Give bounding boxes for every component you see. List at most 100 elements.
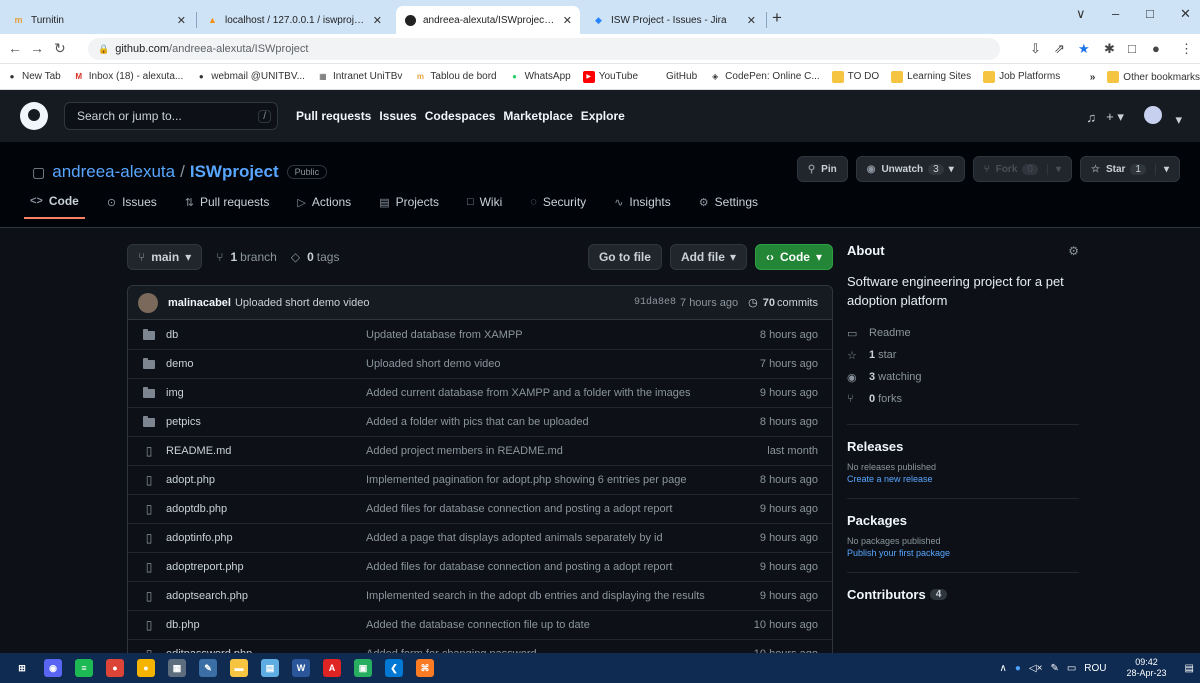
file-name-link[interactable]: adopt.php — [166, 474, 366, 486]
file-commit-message[interactable]: Added a page that displays adopted anima… — [366, 532, 728, 544]
gear-icon[interactable]: ⚙ — [1068, 244, 1079, 258]
bookmark-star-icon[interactable]: ★ — [1078, 41, 1090, 57]
other-bookmarks-folder[interactable]: Other bookmarks — [1107, 71, 1200, 83]
nav-issues[interactable]: Issues — [379, 109, 416, 123]
bookmark-tablou[interactable]: m Tablou de bord — [414, 71, 497, 83]
file-commit-message[interactable]: Added current database from XAMPP and a … — [366, 387, 728, 399]
minimize-button[interactable]: – — [1112, 6, 1119, 21]
bookmark-gmail[interactable]: M Inbox (18) - alexuta... — [73, 71, 183, 83]
forward-icon[interactable]: → — [30, 40, 44, 56]
tab-wiki[interactable]: □ Wiki — [461, 194, 508, 219]
reload-icon[interactable]: ↻ — [54, 40, 66, 57]
chrome-menu-icon[interactable]: ⋮ — [1180, 41, 1193, 57]
file-row[interactable]: ▯ adoptreport.php Added files for database… — [128, 552, 832, 581]
close-icon[interactable]: ✕ — [177, 14, 186, 27]
user-menu[interactable]: ▾ — [1134, 106, 1182, 128]
new-tab-button[interactable]: + — [772, 8, 782, 28]
tab-settings[interactable]: ⚙ Settings — [693, 194, 764, 219]
file-row[interactable]: ▯ README.md Added project members in READM… — [128, 436, 832, 465]
file-commit-message[interactable]: Added project members in README.md — [366, 445, 728, 457]
stars-link[interactable]: ☆ 1 star — [847, 344, 1079, 366]
tab-projects[interactable]: ▤ Projects — [373, 194, 445, 219]
back-icon[interactable]: ← — [8, 40, 22, 56]
browser-tab-phpmyadmin[interactable]: ▲ localhost / 127.0.0.1 / iswproject ✕ — [198, 6, 390, 34]
file-explorer-icon[interactable]: ▬ — [230, 659, 248, 677]
avatar[interactable] — [138, 292, 158, 313]
share-icon[interactable]: ⇗ — [1054, 41, 1065, 57]
repo-name-link[interactable]: ISWproject — [190, 162, 279, 182]
bookmark-github[interactable]: GitHub — [650, 71, 697, 83]
nav-explore[interactable]: Explore — [581, 109, 625, 123]
packages-heading[interactable]: Packages — [847, 513, 1079, 528]
notifications-icon[interactable]: ▤ — [1185, 663, 1194, 674]
bookmark-intranet[interactable]: ▦ Intranet UniTBv — [317, 71, 402, 83]
bookmark-webmail[interactable]: ● webmail @UNITBV... — [195, 71, 305, 83]
notepad-icon[interactable]: ▤ — [261, 659, 279, 677]
file-row[interactable]: ▯ db.php Added the database connection fil… — [128, 610, 832, 639]
bookmark-folder-learning[interactable]: Learning Sites — [891, 70, 971, 83]
file-commit-message[interactable]: Added the database connection file up to… — [366, 619, 728, 631]
releases-heading[interactable]: Releases — [847, 439, 1079, 454]
close-window-button[interactable]: ✕ — [1180, 6, 1191, 22]
create-new-button[interactable]: + ▾ — [1106, 109, 1124, 125]
file-commit-message[interactable]: Added files for database connection and … — [366, 503, 728, 515]
bookmark-new-tab[interactable]: ● New Tab — [6, 71, 61, 83]
file-name-link[interactable]: demo — [166, 358, 366, 370]
bookmark-youtube[interactable]: ▶ YouTube — [582, 70, 638, 83]
language-indicator[interactable]: ROU — [1084, 663, 1106, 674]
bookmarks-more-button[interactable]: » — [1090, 72, 1096, 83]
file-commit-message[interactable]: Implemented pagination for adopt.php sho… — [366, 474, 728, 486]
calculator-icon[interactable]: ▦ — [168, 659, 186, 677]
xampp-icon[interactable]: ⌘ — [416, 659, 434, 677]
file-name-link[interactable]: adoptdb.php — [166, 503, 366, 515]
go-to-file-button[interactable]: Go to file — [587, 244, 662, 270]
add-file-button[interactable]: Add file ▾ — [669, 244, 747, 270]
side-panel-icon[interactable]: □ — [1128, 41, 1136, 56]
directory-row[interactable]: db Updated database from XAMPP 8 hours ago — [128, 320, 832, 349]
file-name-link[interactable]: adoptinfo.php — [166, 532, 366, 544]
extensions-icon[interactable]: ✱ — [1104, 41, 1115, 57]
commit-sha[interactable]: 91da8e8 — [634, 297, 676, 308]
file-row[interactable]: ▯ adoptdb.php Added files for database con… — [128, 494, 832, 523]
tab-issues[interactable]: ⊙ Issues — [101, 194, 163, 219]
tab-actions[interactable]: ▷ Actions — [291, 194, 357, 219]
chrome-icon[interactable]: ● — [106, 659, 124, 677]
readme-link[interactable]: ▭ Readme — [847, 322, 1079, 344]
install-app-icon[interactable]: ⇩ — [1030, 41, 1041, 57]
file-name-link[interactable]: adoptsearch.php — [166, 590, 366, 602]
word-icon[interactable]: W — [292, 659, 310, 677]
watchers-link[interactable]: ◉ 3 watching — [847, 366, 1079, 388]
bluetooth-icon[interactable]: ● — [1015, 663, 1021, 674]
paint-icon[interactable]: ✎ — [199, 659, 217, 677]
file-name-link[interactable]: adoptreport.php — [166, 561, 366, 573]
tags-link[interactable]: ◇ 0 tags — [291, 250, 340, 264]
file-name-link[interactable]: db — [166, 329, 366, 341]
tab-code[interactable]: <> Code — [24, 194, 85, 219]
chevron-down-icon[interactable]: ▾ — [1046, 163, 1061, 175]
url-bar[interactable]: 🔒 github.com/andreea-alexuta/ISWproject — [88, 38, 1000, 60]
tab-insights[interactable]: ∿ Insights — [608, 194, 677, 219]
spotify-icon[interactable]: ≡ — [75, 659, 93, 677]
search-input[interactable]: Search or jump to... / — [64, 102, 278, 130]
file-name-link[interactable]: db.php — [166, 619, 366, 631]
windows-start-icon[interactable]: ⊞ — [13, 659, 31, 677]
browser-tab-jira[interactable]: ◆ ISW Project - Issues - Jira ✕ — [584, 6, 764, 34]
battery-icon[interactable]: ▭ — [1067, 663, 1076, 674]
unwatch-button[interactable]: ◉ Unwatch 3 ▾ — [855, 156, 965, 182]
volume-icon[interactable]: ◁× — [1029, 663, 1043, 674]
directory-row[interactable]: petpics Added a folder with pics that can… — [128, 407, 832, 436]
branches-link[interactable]: ⑂ 1 branch — [216, 250, 277, 264]
file-commit-message[interactable]: Implemented search in the adopt db entri… — [366, 590, 728, 602]
create-release-link[interactable]: Create a new release — [847, 474, 1079, 484]
code-button[interactable]: ‹› Code ▾ — [754, 244, 833, 270]
bookmark-whatsapp[interactable]: ● WhatsApp — [509, 71, 571, 83]
bookmark-codepen[interactable]: ◈ CodePen: Online C... — [709, 71, 820, 83]
tab-pull-requests[interactable]: ⇅ Pull requests — [179, 194, 276, 219]
commit-message[interactable]: Uploaded short demo video — [235, 297, 370, 309]
nav-codespaces[interactable]: Codespaces — [425, 109, 496, 123]
bookmark-folder-todo[interactable]: TO DO — [831, 70, 879, 83]
acrobat-icon[interactable]: A — [323, 659, 341, 677]
nav-marketplace[interactable]: Marketplace — [503, 109, 572, 123]
tab-search-icon[interactable]: ∨ — [1076, 6, 1086, 22]
file-commit-message[interactable]: Added files for database connection and … — [366, 561, 728, 573]
